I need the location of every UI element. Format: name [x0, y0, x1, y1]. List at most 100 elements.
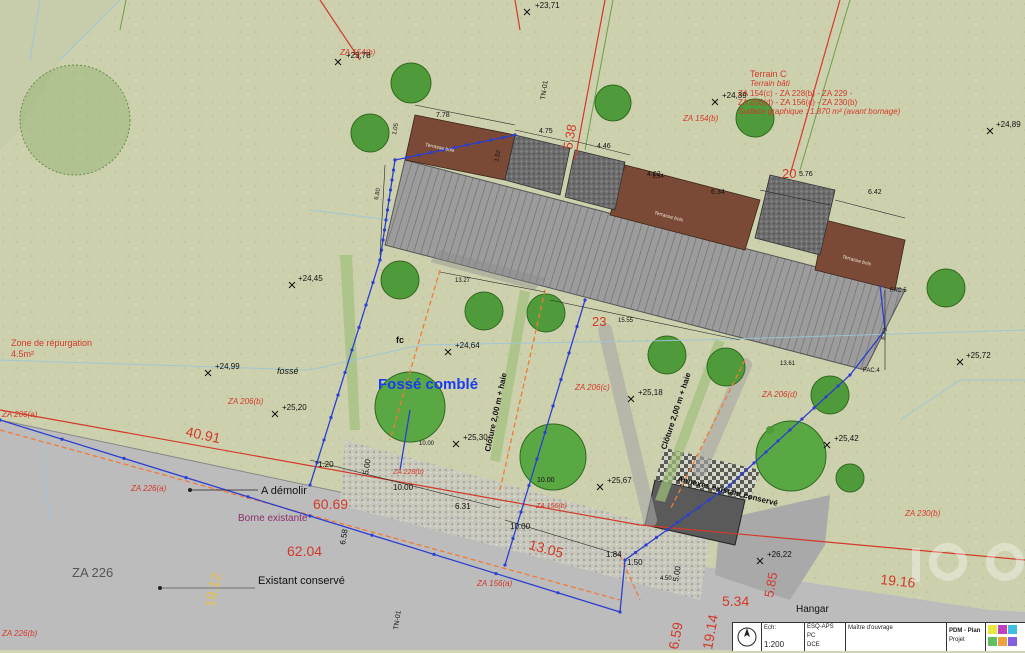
spot-level: +24,39 [722, 91, 747, 100]
tree [464, 291, 504, 331]
network-node [364, 303, 368, 307]
network-node [511, 536, 515, 541]
small-dimension: 10.00 [393, 483, 414, 492]
network-node [432, 552, 436, 557]
network-node [567, 351, 571, 355]
parcel-label: ZA 156(b) [535, 503, 567, 510]
network-node [465, 143, 469, 147]
network-node [357, 325, 361, 330]
network-node [378, 258, 382, 262]
big-dimension: 23 [592, 314, 606, 329]
network-node [417, 153, 421, 157]
big-dimension: 62.04 [287, 543, 322, 559]
small-dimension: 10.00 [537, 477, 555, 484]
small-dimension: 10.00 [510, 522, 531, 531]
network-node [583, 298, 587, 302]
title-block: Ech: 1:200 ESQ-APS PC DCE Maître d'ouvra… [732, 622, 1025, 651]
network-node [329, 415, 333, 420]
parcel-label: ZA 156(a) [476, 579, 513, 588]
network-node [707, 498, 711, 502]
phase-cell: ESQ-APS PC DCE [805, 623, 846, 651]
small-dimension: 4.75 [539, 128, 553, 135]
big-dimension: 5.34 [722, 593, 749, 609]
tree [350, 113, 390, 153]
tree [526, 293, 566, 333]
fac4-label: FAC.4 [863, 368, 880, 374]
client-cell: Maître d'ouvrage [846, 623, 947, 651]
network-node [322, 438, 326, 442]
network-node [385, 208, 390, 212]
zone-repurgation-area: 4.5m² [11, 349, 34, 359]
network-node [788, 428, 792, 432]
parcel-label: ZA 206(b) [227, 397, 264, 406]
parcel-label: ZA 206(c) [574, 383, 610, 392]
network-node [503, 563, 507, 567]
network-node [618, 610, 622, 614]
legend-swatch [988, 637, 997, 646]
network-node [122, 456, 126, 460]
network-node [551, 404, 555, 408]
network-node [371, 280, 375, 285]
fac5-label: FAC.5 [890, 288, 907, 294]
network-node [644, 543, 648, 547]
network-node [384, 218, 388, 222]
spot-level: +25,72 [966, 351, 991, 360]
network-node [501, 135, 505, 140]
network-node [184, 476, 188, 480]
network-node [800, 417, 804, 421]
small-dimension: 6.34 [711, 189, 725, 196]
network-node [387, 198, 391, 202]
network-node [654, 535, 659, 540]
network-node [519, 510, 523, 514]
network-node [752, 461, 756, 465]
network-node [535, 457, 539, 461]
tree-small [766, 426, 774, 434]
spot-level: +23,71 [535, 1, 560, 10]
network-node [370, 533, 374, 537]
big-dimension: 20 [782, 166, 796, 181]
network-node [575, 324, 579, 329]
phase-1: ESQ-APS [807, 624, 834, 630]
tree-canopy-large [20, 65, 130, 175]
legend-swatch [998, 625, 1007, 634]
sheet-label: PDM - Plan [949, 628, 981, 634]
terrain-subtitle: Terrain bâti [750, 79, 790, 88]
tree [380, 260, 420, 300]
network-node [405, 155, 409, 160]
scale-value: 1:200 [764, 640, 785, 649]
network-node [382, 228, 387, 232]
parcel-label: ZA 206(a) [1, 410, 38, 419]
site-plan: Zone de répurgation 4.5m² fossé Fossé co… [0, 0, 1025, 650]
spot-level: +24,99 [215, 362, 240, 371]
legend-swatch [988, 625, 997, 634]
a-demolir-label: A démolir [261, 485, 307, 497]
existant-conserve-label: Existant conservé [258, 575, 345, 587]
network-node [559, 377, 563, 382]
client-label: Maître d'ouvrage [848, 625, 893, 631]
parcel-label: ZA 154(b) [682, 114, 719, 123]
scale-cell: Ech: 1:200 [762, 623, 805, 651]
network-node [665, 528, 669, 532]
spot-level: +24,45 [298, 274, 323, 283]
network-node [686, 513, 690, 517]
legend-swatch [1008, 637, 1017, 646]
network-node [836, 384, 840, 388]
network-node [764, 450, 768, 454]
network-node [390, 178, 394, 182]
small-dimension: 13.27 [455, 278, 471, 284]
spot-level: +24,64 [455, 341, 480, 350]
scale-label: Ech: [764, 625, 777, 631]
tree [835, 463, 865, 493]
spot-level: +23,78 [346, 51, 371, 60]
network-node [494, 572, 498, 576]
tree [926, 268, 966, 308]
spot-level: +25,42 [834, 434, 859, 443]
small-dimension: 15.55 [618, 318, 634, 324]
small-dimension: 7.78 [436, 112, 450, 119]
parcel-label: ZA 226(a) [130, 484, 167, 493]
parcel-label: ZA 206(d) [761, 390, 798, 399]
spot-level: +24,89 [996, 120, 1021, 129]
network-node [343, 370, 347, 375]
network-node [308, 483, 312, 487]
network-node [556, 591, 560, 595]
